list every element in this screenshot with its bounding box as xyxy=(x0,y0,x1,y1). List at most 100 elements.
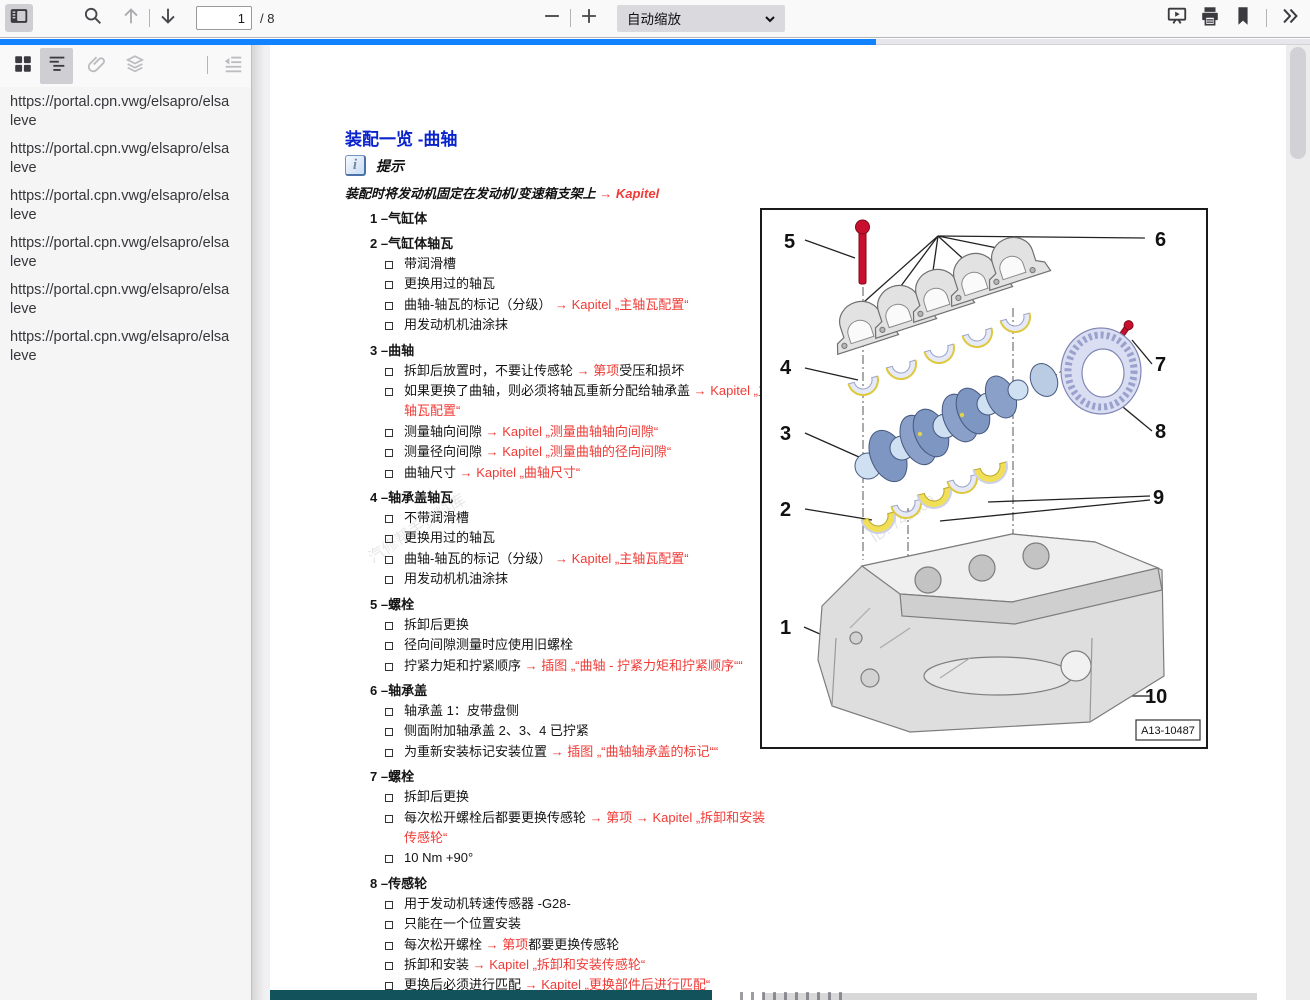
part-heading: 8 –传感轮 xyxy=(370,874,772,894)
text-segment: 更换用过的轴瓦 xyxy=(404,276,495,291)
doc-link[interactable]: → Kapitel „测量曲轴的径向间隙“ xyxy=(486,444,672,459)
page-number-input[interactable] xyxy=(196,6,252,30)
part-heading: 5 –螺栓 xyxy=(370,595,772,615)
bullet-item: 测量轴向间隙 → Kapitel „测量曲轴轴向间隙“ xyxy=(370,422,772,442)
vertical-scrollbar[interactable] xyxy=(1286,45,1310,1000)
bullet-item: 拆卸和安装 → Kapitel „拆卸和安装传感轮“ xyxy=(370,955,772,975)
outline-item[interactable]: https://portal.cpn.vwg/elsapro/elsa leve xyxy=(10,328,250,366)
bottom-text-fragments xyxy=(740,992,850,1000)
text-segment: 拆卸后更换 xyxy=(404,789,469,804)
part: 6 –轴承盖轴承盖 1：皮带盘侧侧面附加轴承盖 2、3、4 已拧紧为重新安装标记… xyxy=(370,681,772,762)
bullet-item: 用于发动机转速传感器 -G28- xyxy=(370,894,772,914)
bullet-item: 用发动机机油涂抹 xyxy=(370,569,772,589)
doc-link[interactable]: → Kapitel „主轴瓦配置“ xyxy=(555,551,689,566)
figure-code: A13-10487 xyxy=(1141,725,1195,737)
text-segment: 拆卸和安装 xyxy=(404,957,473,972)
outline-item[interactable]: https://portal.cpn.vwg/elsapro/elsa leve xyxy=(10,93,250,131)
print-button[interactable] xyxy=(1196,4,1224,32)
current-outline-item-icon xyxy=(222,53,244,80)
outline-view-button[interactable] xyxy=(40,48,73,84)
more-tools-button[interactable] xyxy=(1276,4,1304,32)
doc-link[interactable]: → Kapitel xyxy=(599,186,659,201)
bullet-item: 拆卸后放置时，不要让传感轮 → 第项受压和损坏 xyxy=(370,361,772,381)
doc-link[interactable]: → 第项 xyxy=(486,937,529,952)
doc-link[interactable]: → Kapitel „曲轴尺寸“ xyxy=(460,465,581,480)
bullet-item: 不带润滑槽 xyxy=(370,508,772,528)
loading-progress-bar xyxy=(0,39,876,45)
callout-6: 6 xyxy=(1155,229,1166,251)
previous-page-button[interactable] xyxy=(117,4,145,32)
outline-list-icon xyxy=(46,53,68,80)
text-segment: 用发动机机油涂抹 xyxy=(404,317,508,332)
toolbar-separator xyxy=(149,9,150,27)
next-page-button[interactable] xyxy=(154,4,182,32)
attachments-view-button[interactable] xyxy=(80,48,113,84)
search-button[interactable] xyxy=(79,4,107,32)
callout-3: 3 xyxy=(780,423,791,445)
plus-icon xyxy=(578,5,600,32)
outline-item[interactable]: https://portal.cpn.vwg/elsapro/elsa leve xyxy=(10,281,250,319)
text-segment: 为重新安装标记安装位置 xyxy=(404,744,551,759)
part: 7 –螺栓拆卸后更换每次松开螺栓后都要更换传感轮 → 第项 → Kapitel … xyxy=(370,767,772,869)
outline-item[interactable]: https://portal.cpn.vwg/elsapro/elsa leve xyxy=(10,187,250,225)
bullet-item: 更换用过的轴瓦 xyxy=(370,528,772,548)
arrow-down-icon xyxy=(157,5,179,32)
bullet-item: 每次松开螺栓 → 第项都要更换传感轮 xyxy=(370,935,772,955)
double-chevron-right-icon xyxy=(1279,5,1301,32)
doc-link[interactable]: → 第项 xyxy=(577,363,620,378)
sidebar: https://portal.cpn.vwg/elsapro/elsa leve… xyxy=(0,45,251,1000)
bullet-item: 如果更换了曲轴，则必须将轴瓦重新分配给轴承盖 → Kapitel „主轴瓦配置“ xyxy=(370,381,772,422)
bottom-teal-bar xyxy=(270,990,712,1000)
bullet-item: 拆卸后更换 xyxy=(370,787,772,807)
scrollbar-thumb[interactable] xyxy=(1290,47,1306,159)
bullet-item: 轴承盖 1：皮带盘侧 xyxy=(370,701,772,721)
assembly-diagram: ID: 749600 xyxy=(760,208,1208,749)
loading-progress-track xyxy=(0,39,1310,45)
bullet-item: 曲轴-轴瓦的标记（分级） → Kapitel „主轴瓦配置“ xyxy=(370,549,772,569)
bullet-item: 每次松开螺栓后都要更换传感轮 → 第项 → Kapitel „拆卸和安装传感轮“ xyxy=(370,808,772,849)
sidebar-resizer[interactable] xyxy=(251,45,270,1000)
text-segment: 拧紧力矩和拧紧顺序 xyxy=(404,658,525,673)
text-segment: 每次松开螺栓后都要更换传感轮 xyxy=(404,810,590,825)
zoom-select[interactable]: 自动缩放 xyxy=(617,5,785,32)
text-segment: 曲轴-轴瓦的标记（分级） xyxy=(404,551,555,566)
part: 5 –螺栓拆卸后更换径向间隙测量时应使用旧螺栓拧紧力矩和拧紧顺序 → 插图 „“… xyxy=(370,595,772,676)
layers-view-button[interactable] xyxy=(118,48,151,84)
part-heading: 2 –气缸体轴瓦 xyxy=(370,234,772,254)
outline-item[interactable]: https://portal.cpn.vwg/elsapro/elsa leve xyxy=(10,234,250,272)
part: 4 –轴承盖轴瓦不带润滑槽更换用过的轴瓦曲轴-轴瓦的标记（分级） → Kapit… xyxy=(370,488,772,590)
text-segment: 更换用过的轴瓦 xyxy=(404,530,495,545)
text-segment: 装配时将发动机固定在发动机/变速箱支架上 xyxy=(345,186,599,201)
thumbnails-view-button[interactable] xyxy=(6,48,39,84)
arrow-up-icon xyxy=(120,5,142,32)
zoom-out-button[interactable] xyxy=(538,4,566,32)
text-segment: 带润滑槽 xyxy=(404,256,456,271)
zoom-in-button[interactable] xyxy=(575,4,603,32)
doc-link[interactable]: → Kapitel „测量曲轴轴向间隙“ xyxy=(486,424,659,439)
toggle-sidebar-button[interactable] xyxy=(5,4,33,32)
part-heading: 3 –曲轴 xyxy=(370,341,772,361)
text-segment: 10 Nm +90° xyxy=(404,850,473,865)
bullet-item: 测量径向间隙 → Kapitel „测量曲轴的径向间隙“ xyxy=(370,442,772,462)
current-outline-item-button[interactable] xyxy=(216,48,249,84)
doc-link[interactable]: → Kapitel „拆卸和安装传感轮“ xyxy=(473,957,646,972)
doc-link[interactable]: → Kapitel „主轴瓦配置“ xyxy=(555,297,689,312)
print-icon xyxy=(1199,5,1221,32)
text-segment: 每次松开螺栓 xyxy=(404,937,486,952)
bookmark-button[interactable] xyxy=(1229,4,1257,32)
presentation-mode-button[interactable] xyxy=(1163,4,1191,32)
doc-link[interactable]: → 插图 „“曲轴 - 拧紧力矩和拧紧顺序““ xyxy=(525,658,743,673)
outline-item[interactable]: https://portal.cpn.vwg/elsapro/elsa leve xyxy=(10,140,250,178)
text-segment: 轴承盖 1：皮带盘侧 xyxy=(404,703,519,718)
minus-icon xyxy=(541,5,563,32)
part-heading: 4 –轴承盖轴瓦 xyxy=(370,488,772,508)
bullet-item: 10 Nm +90° xyxy=(370,848,772,868)
part-heading: 7 –螺栓 xyxy=(370,767,772,787)
bookmark-icon xyxy=(1232,5,1254,32)
doc-link[interactable]: → 插图 „“曲轴轴承盖的标记““ xyxy=(551,744,719,759)
callout-8: 8 xyxy=(1155,421,1166,443)
callout-9: 9 xyxy=(1153,487,1164,509)
bullet-item: 更换用过的轴瓦 xyxy=(370,274,772,294)
bullet-item: 为重新安装标记安装位置 → 插图 „“曲轴轴承盖的标记““ xyxy=(370,742,772,762)
part: 1 –气缸体 xyxy=(370,209,772,229)
